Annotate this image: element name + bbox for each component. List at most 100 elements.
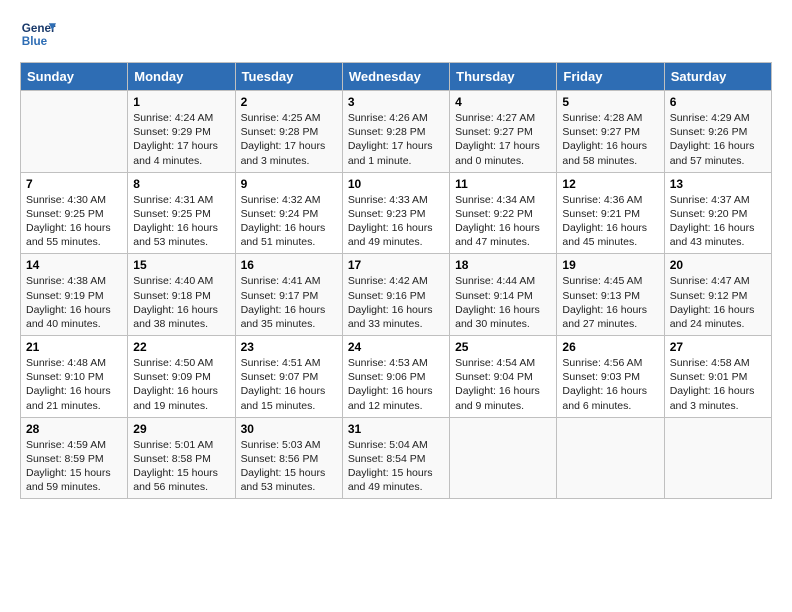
cell-content: Sunrise: 5:04 AM Sunset: 8:54 PM Dayligh… (348, 438, 444, 495)
calendar-cell: 12 Sunrise: 4:36 AM Sunset: 9:21 PM Dayli… (557, 172, 664, 254)
calendar-cell: 29 Sunrise: 5:01 AM Sunset: 8:58 PM Dayli… (128, 417, 235, 499)
calendar-table: SundayMondayTuesdayWednesdayThursdayFrid… (20, 62, 772, 499)
calendar-cell: 22 Sunrise: 4:50 AM Sunset: 9:09 PM Dayli… (128, 336, 235, 418)
cell-content: Sunrise: 4:45 AM Sunset: 9:13 PM Dayligh… (562, 274, 658, 331)
cell-content: Sunrise: 4:32 AM Sunset: 9:24 PM Dayligh… (241, 193, 337, 250)
day-header-thursday: Thursday (450, 63, 557, 91)
calendar-cell: 24Sunrise: 4:53 AM Sunset: 9:06 PM Dayli… (342, 336, 449, 418)
calendar-cell: 8Sunrise: 4:31 AM Sunset: 9:25 PM Daylig… (128, 172, 235, 254)
cell-content: Sunrise: 4:56 AM Sunset: 9:03 PM Dayligh… (562, 356, 658, 413)
cell-content: Sunrise: 4:34 AM Sunset: 9:22 PM Dayligh… (455, 193, 551, 250)
calendar-cell (664, 417, 771, 499)
day-number: 26 (562, 340, 658, 354)
day-number: 29 (133, 422, 229, 436)
day-header-friday: Friday (557, 63, 664, 91)
day-header-monday: Monday (128, 63, 235, 91)
calendar-cell: 1Sunrise: 4:24 AM Sunset: 9:29 PM Daylig… (128, 91, 235, 173)
cell-content: Sunrise: 4:40 AM Sunset: 9:18 PM Dayligh… (133, 274, 229, 331)
calendar-cell: 20 Sunrise: 4:47 AM Sunset: 9:12 PM Dayli… (664, 254, 771, 336)
calendar-cell: 15Sunrise: 4:40 AM Sunset: 9:18 PM Dayli… (128, 254, 235, 336)
calendar-cell: 21 Sunrise: 4:48 AM Sunset: 9:10 PM Dayli… (21, 336, 128, 418)
day-number: 18 (455, 258, 551, 272)
cell-content: Sunrise: 4:37 AM Sunset: 9:20 PM Dayligh… (670, 193, 766, 250)
calendar-cell: 25 Sunrise: 4:54 AM Sunset: 9:04 PM Dayli… (450, 336, 557, 418)
cell-content: Sunrise: 4:30 AM Sunset: 9:25 PM Dayligh… (26, 193, 122, 250)
day-number: 20 (670, 258, 766, 272)
day-number: 19 (562, 258, 658, 272)
page-header: General Blue (20, 16, 772, 52)
day-header-tuesday: Tuesday (235, 63, 342, 91)
calendar-cell: 2 Sunrise: 4:25 AM Sunset: 9:28 PM Daylig… (235, 91, 342, 173)
day-number: 11 (455, 177, 551, 191)
calendar-cell: 27 Sunrise: 4:58 AM Sunset: 9:01 PM Dayli… (664, 336, 771, 418)
cell-content: Sunrise: 4:29 AM Sunset: 9:26 PM Dayligh… (670, 111, 766, 168)
day-number: 21 (26, 340, 122, 354)
calendar-cell: 17Sunrise: 4:42 AM Sunset: 9:16 PM Dayli… (342, 254, 449, 336)
week-row-3: 14Sunrise: 4:38 AM Sunset: 9:19 PM Dayli… (21, 254, 772, 336)
week-row-2: 7Sunrise: 4:30 AM Sunset: 9:25 PM Daylig… (21, 172, 772, 254)
cell-content: Sunrise: 4:26 AM Sunset: 9:28 PM Dayligh… (348, 111, 444, 168)
calendar-cell: 30 Sunrise: 5:03 AM Sunset: 8:56 PM Dayli… (235, 417, 342, 499)
calendar-cell (21, 91, 128, 173)
day-number: 25 (455, 340, 551, 354)
day-number: 30 (241, 422, 337, 436)
cell-content: Sunrise: 4:41 AM Sunset: 9:17 PM Dayligh… (241, 274, 337, 331)
day-header-sunday: Sunday (21, 63, 128, 91)
day-number: 31 (348, 422, 444, 436)
calendar-cell: 28 Sunrise: 4:59 AM Sunset: 8:59 PM Dayli… (21, 417, 128, 499)
cell-content: Sunrise: 5:01 AM Sunset: 8:58 PM Dayligh… (133, 438, 229, 495)
day-number: 4 (455, 95, 551, 109)
day-number: 2 (241, 95, 337, 109)
cell-content: Sunrise: 4:25 AM Sunset: 9:28 PM Dayligh… (241, 111, 337, 168)
day-header-saturday: Saturday (664, 63, 771, 91)
calendar-cell: 9 Sunrise: 4:32 AM Sunset: 9:24 PM Daylig… (235, 172, 342, 254)
cell-content: Sunrise: 4:36 AM Sunset: 9:21 PM Dayligh… (562, 193, 658, 250)
calendar-cell: 5 Sunrise: 4:28 AM Sunset: 9:27 PM Daylig… (557, 91, 664, 173)
cell-content: Sunrise: 4:59 AM Sunset: 8:59 PM Dayligh… (26, 438, 122, 495)
calendar-cell: 18 Sunrise: 4:44 AM Sunset: 9:14 PM Dayli… (450, 254, 557, 336)
day-number: 8 (133, 177, 229, 191)
day-number: 23 (241, 340, 337, 354)
day-number: 5 (562, 95, 658, 109)
cell-content: Sunrise: 4:54 AM Sunset: 9:04 PM Dayligh… (455, 356, 551, 413)
day-number: 27 (670, 340, 766, 354)
cell-content: Sunrise: 5:03 AM Sunset: 8:56 PM Dayligh… (241, 438, 337, 495)
cell-content: Sunrise: 4:38 AM Sunset: 9:19 PM Dayligh… (26, 274, 122, 331)
cell-content: Sunrise: 4:47 AM Sunset: 9:12 PM Dayligh… (670, 274, 766, 331)
day-number: 13 (670, 177, 766, 191)
day-number: 28 (26, 422, 122, 436)
calendar-cell: 11 Sunrise: 4:34 AM Sunset: 9:22 PM Dayli… (450, 172, 557, 254)
cell-content: Sunrise: 4:50 AM Sunset: 9:09 PM Dayligh… (133, 356, 229, 413)
calendar-cell: 6Sunrise: 4:29 AM Sunset: 9:26 PM Daylig… (664, 91, 771, 173)
calendar-cell (450, 417, 557, 499)
cell-content: Sunrise: 4:58 AM Sunset: 9:01 PM Dayligh… (670, 356, 766, 413)
calendar-cell: 23 Sunrise: 4:51 AM Sunset: 9:07 PM Dayli… (235, 336, 342, 418)
day-number: 3 (348, 95, 444, 109)
calendar-cell: 16Sunrise: 4:41 AM Sunset: 9:17 PM Dayli… (235, 254, 342, 336)
cell-content: Sunrise: 4:28 AM Sunset: 9:27 PM Dayligh… (562, 111, 658, 168)
calendar-header-row: SundayMondayTuesdayWednesdayThursdayFrid… (21, 63, 772, 91)
calendar-cell: 3 Sunrise: 4:26 AM Sunset: 9:28 PM Daylig… (342, 91, 449, 173)
cell-content: Sunrise: 4:44 AM Sunset: 9:14 PM Dayligh… (455, 274, 551, 331)
svg-text:Blue: Blue (22, 35, 48, 48)
calendar-cell (557, 417, 664, 499)
day-number: 12 (562, 177, 658, 191)
cell-content: Sunrise: 4:48 AM Sunset: 9:10 PM Dayligh… (26, 356, 122, 413)
cell-content: Sunrise: 4:53 AM Sunset: 9:06 PM Dayligh… (348, 356, 444, 413)
cell-content: Sunrise: 4:51 AM Sunset: 9:07 PM Dayligh… (241, 356, 337, 413)
logo: General Blue (20, 16, 56, 52)
day-number: 17 (348, 258, 444, 272)
calendar-cell: 7Sunrise: 4:30 AM Sunset: 9:25 PM Daylig… (21, 172, 128, 254)
week-row-4: 21 Sunrise: 4:48 AM Sunset: 9:10 PM Dayli… (21, 336, 772, 418)
day-number: 1 (133, 95, 229, 109)
day-header-wednesday: Wednesday (342, 63, 449, 91)
calendar-cell: 14Sunrise: 4:38 AM Sunset: 9:19 PM Dayli… (21, 254, 128, 336)
cell-content: Sunrise: 4:33 AM Sunset: 9:23 PM Dayligh… (348, 193, 444, 250)
day-number: 9 (241, 177, 337, 191)
logo-icon: General Blue (20, 16, 56, 52)
day-number: 22 (133, 340, 229, 354)
calendar-cell: 4Sunrise: 4:27 AM Sunset: 9:27 PM Daylig… (450, 91, 557, 173)
calendar-cell: 26 Sunrise: 4:56 AM Sunset: 9:03 PM Dayli… (557, 336, 664, 418)
calendar-body: 1Sunrise: 4:24 AM Sunset: 9:29 PM Daylig… (21, 91, 772, 499)
day-number: 10 (348, 177, 444, 191)
